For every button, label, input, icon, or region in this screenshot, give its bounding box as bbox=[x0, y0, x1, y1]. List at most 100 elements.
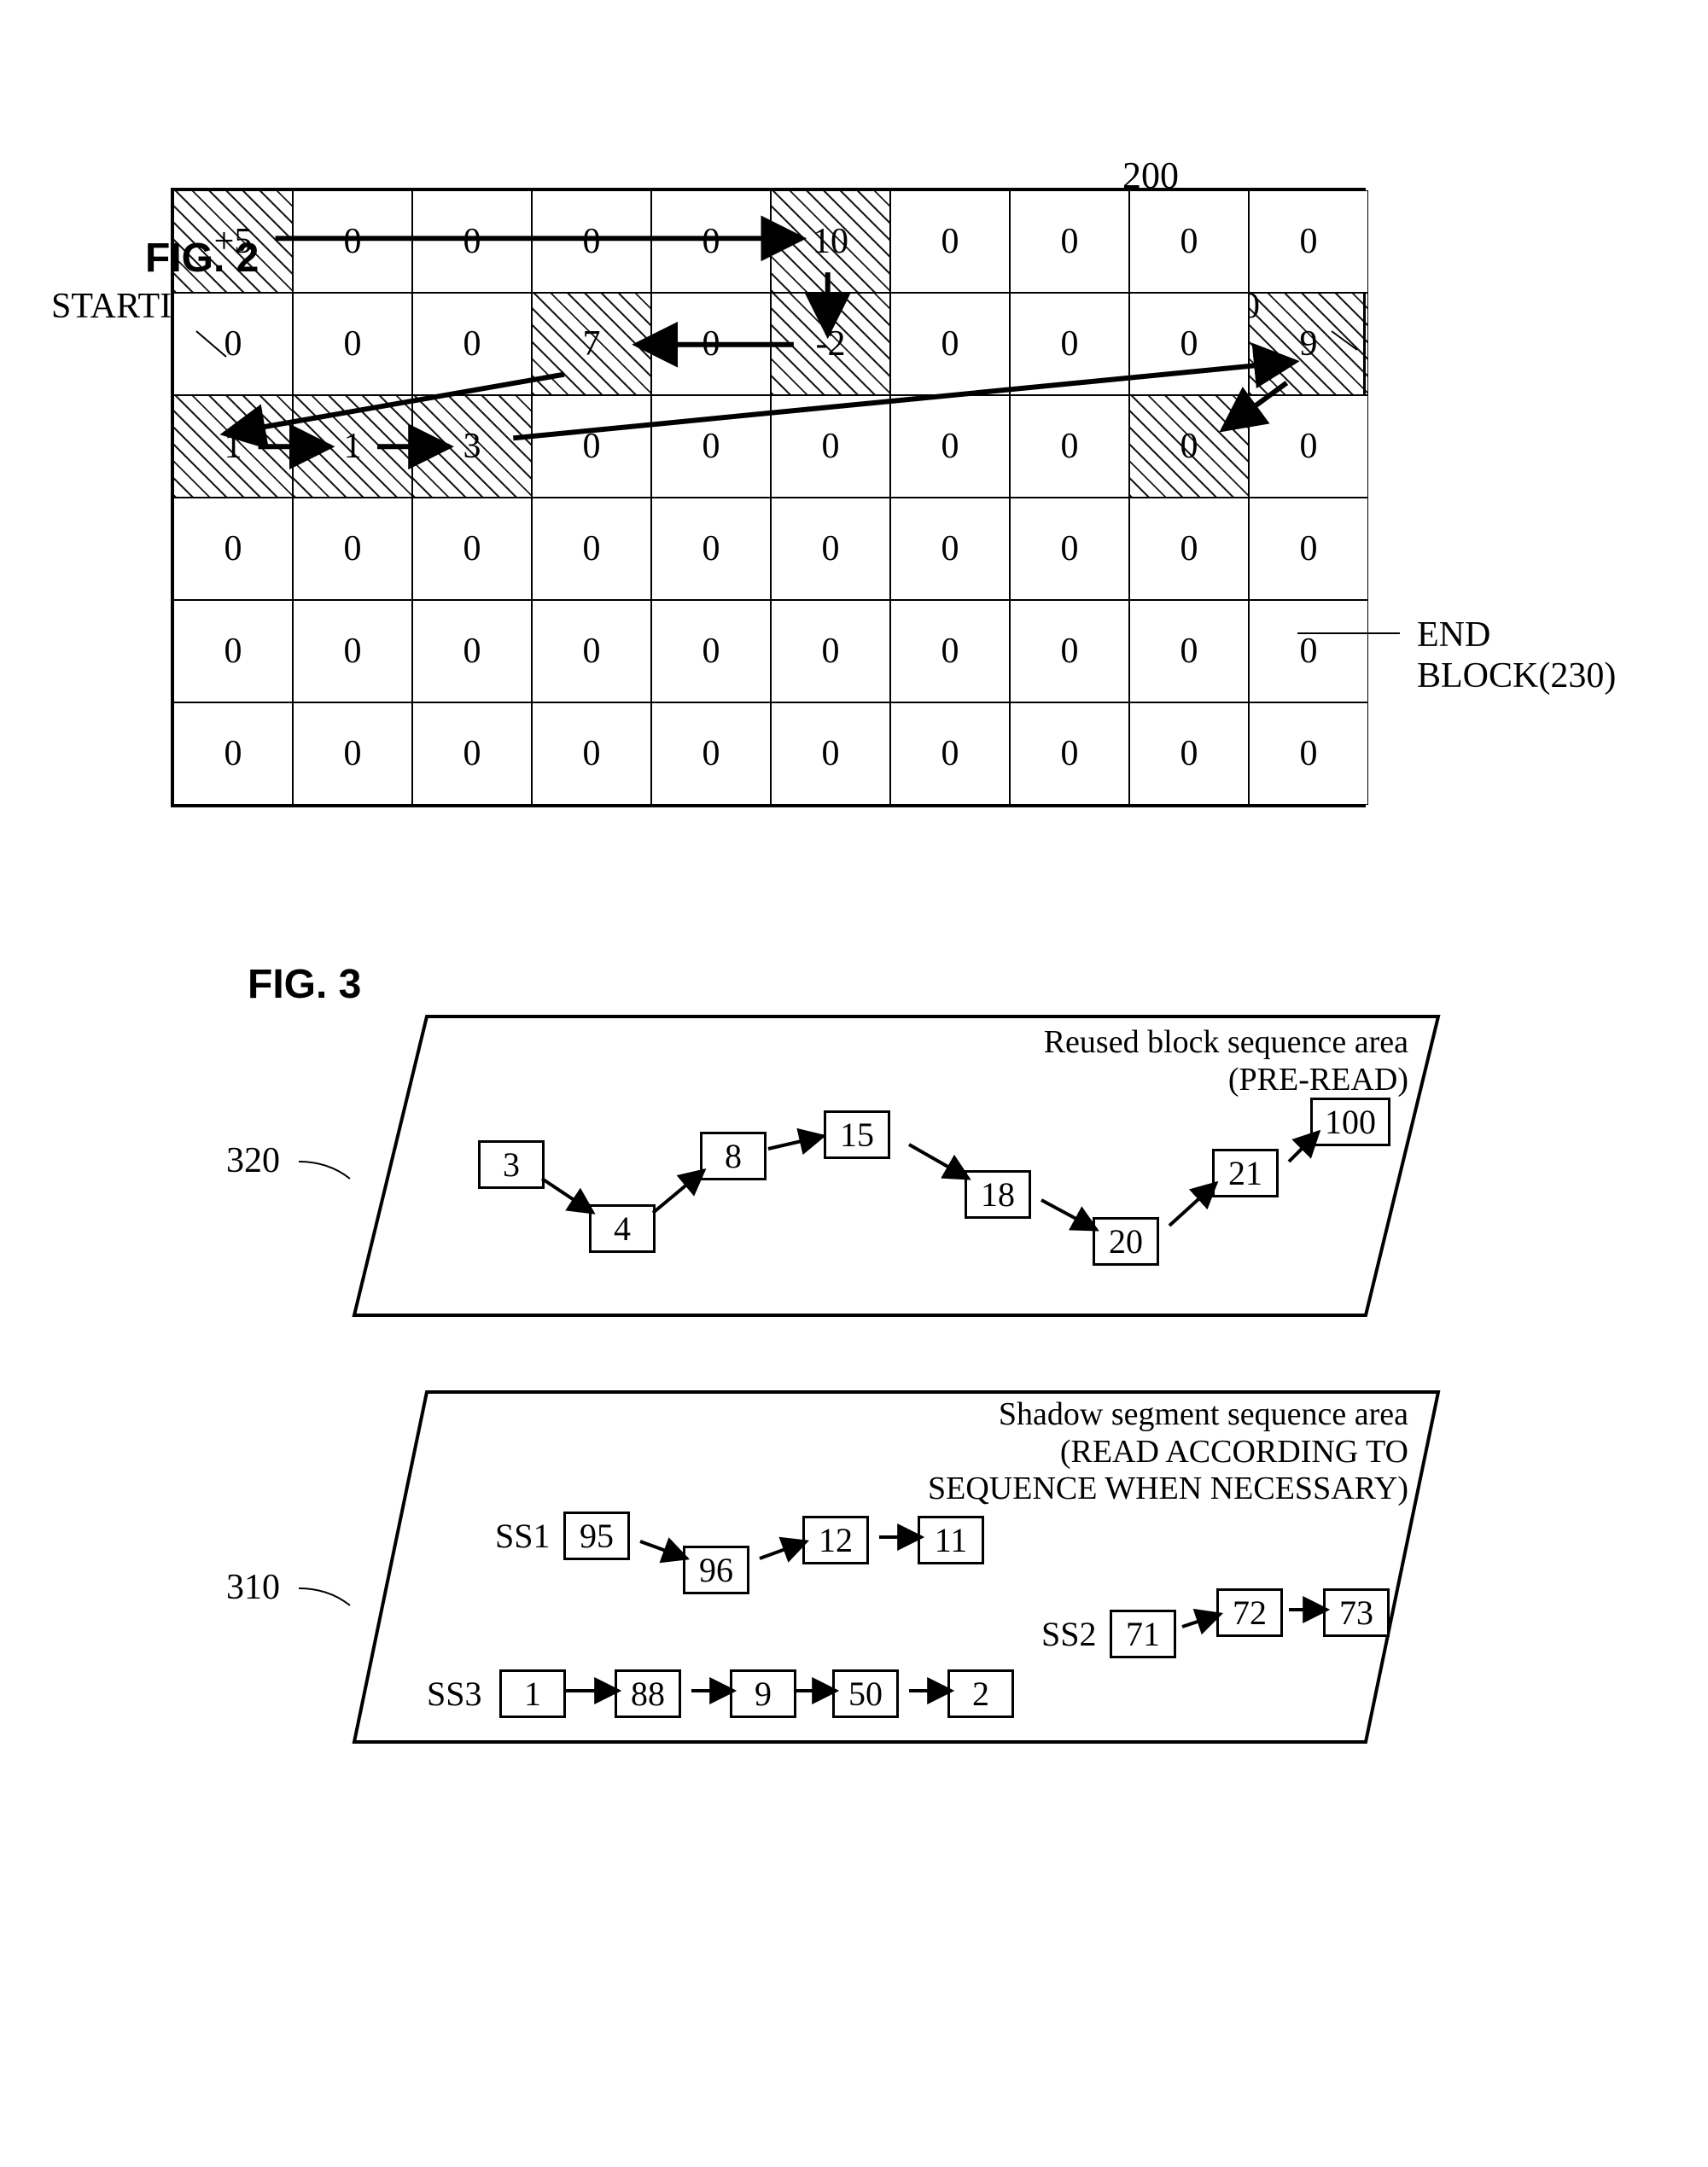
grid-cell: 0 bbox=[1249, 702, 1368, 805]
figure-3: FIG. 3 Reused block sequence area (PRE-R… bbox=[51, 1012, 1657, 1746]
grid-cell: 0 bbox=[173, 498, 293, 600]
cell-value: 0 bbox=[581, 631, 603, 672]
cell-value: 0 bbox=[1059, 733, 1081, 774]
ref-320-leader-icon bbox=[299, 1157, 359, 1191]
grid-cell: 0 bbox=[412, 498, 532, 600]
cell-value: 0 bbox=[940, 528, 961, 569]
cell-value: 0 bbox=[940, 426, 961, 467]
reused-node: 3 bbox=[478, 1140, 545, 1189]
cell-value: 0 bbox=[1179, 631, 1200, 672]
cell-value: 0 bbox=[820, 733, 842, 774]
grid-cell: 7 bbox=[532, 293, 651, 395]
grid-cell: 0 bbox=[771, 702, 890, 805]
cell-value: 0 bbox=[701, 323, 722, 364]
node-value: 95 bbox=[580, 1517, 614, 1555]
grid-cell: 0 bbox=[890, 395, 1010, 498]
grid-cell: 0 bbox=[1010, 293, 1129, 395]
cell-value: 0 bbox=[940, 631, 961, 672]
node-value: 3 bbox=[503, 1145, 520, 1184]
reused-title-line2: (PRE-READ) bbox=[1228, 1062, 1408, 1098]
grid-cell: 0 bbox=[651, 702, 771, 805]
ss3-node: 2 bbox=[947, 1669, 1014, 1718]
cell-value: 0 bbox=[820, 631, 842, 672]
ss2-node: 71 bbox=[1110, 1610, 1176, 1658]
grid-cell: 0 bbox=[651, 395, 771, 498]
cell-value: 0 bbox=[701, 221, 722, 262]
grid-cell: 0 bbox=[1249, 600, 1368, 702]
node-value: 73 bbox=[1339, 1593, 1373, 1632]
node-value: 20 bbox=[1109, 1222, 1143, 1261]
cell-value: 0 bbox=[462, 528, 483, 569]
grid-cell: 0 bbox=[1129, 395, 1249, 498]
node-value: 1 bbox=[524, 1675, 541, 1713]
cell-value: 0 bbox=[342, 631, 364, 672]
grid-cell: 0 bbox=[532, 498, 651, 600]
grid-cell: 0 bbox=[651, 600, 771, 702]
grid-cell: 9 bbox=[1249, 293, 1368, 395]
cell-value: 0 bbox=[1298, 528, 1320, 569]
reused-node: 20 bbox=[1093, 1217, 1159, 1266]
grid-cell: 0 bbox=[1129, 190, 1249, 293]
grid-cell: 0 bbox=[173, 702, 293, 805]
shadow-title-line2: (READ ACCORDING TO bbox=[1060, 1434, 1408, 1470]
grid-cell: 0 bbox=[890, 190, 1010, 293]
cell-value: 0 bbox=[820, 426, 842, 467]
grid-cell: 0 bbox=[293, 293, 412, 395]
node-value: 12 bbox=[819, 1521, 853, 1559]
cell-value: 0 bbox=[1298, 426, 1320, 467]
reused-node: 18 bbox=[965, 1170, 1031, 1219]
end-block-label: END BLOCK(230) bbox=[1417, 615, 1657, 696]
cell-value: -2 bbox=[814, 323, 848, 364]
grid-cell: 0 bbox=[890, 600, 1010, 702]
reused-node: 100 bbox=[1310, 1098, 1390, 1146]
block-grid: +5000010000000070-2000911300000000000000… bbox=[171, 188, 1366, 807]
ss2-node: 72 bbox=[1216, 1588, 1283, 1637]
grid-cell: 3 bbox=[412, 395, 532, 498]
grid-cell: 0 bbox=[412, 293, 532, 395]
grid-cell: 0 bbox=[651, 293, 771, 395]
ss1-label: SS1 bbox=[495, 1516, 551, 1556]
cell-value: 0 bbox=[1298, 631, 1320, 672]
ss3-node: 88 bbox=[615, 1669, 681, 1718]
ss1-node: 96 bbox=[683, 1546, 749, 1594]
grid-cell: 0 bbox=[771, 395, 890, 498]
grid-cell: 0 bbox=[173, 293, 293, 395]
grid-cell: 0 bbox=[771, 498, 890, 600]
cell-value: 0 bbox=[701, 733, 722, 774]
grid-cell: 0 bbox=[890, 498, 1010, 600]
cell-value: 0 bbox=[701, 528, 722, 569]
cell-value: 7 bbox=[581, 323, 603, 364]
grid-cell: 0 bbox=[1249, 395, 1368, 498]
grid-cell: 0 bbox=[1129, 498, 1249, 600]
grid-cell: 0 bbox=[1129, 600, 1249, 702]
cell-value: 3 bbox=[462, 426, 483, 467]
grid-cell: 0 bbox=[771, 600, 890, 702]
cell-value: 0 bbox=[223, 631, 244, 672]
cell-value: 1 bbox=[342, 426, 364, 467]
reused-area-title: Reused block sequence area (PRE-READ) bbox=[1044, 1024, 1408, 1098]
cell-value: 0 bbox=[1179, 323, 1200, 364]
shadow-segment-area: Shadow segment sequence area (READ ACCOR… bbox=[350, 1388, 1443, 1746]
cell-value: 0 bbox=[1059, 426, 1081, 467]
cell-value: 0 bbox=[462, 631, 483, 672]
node-value: 88 bbox=[631, 1675, 665, 1713]
ref-310: 310 bbox=[226, 1567, 280, 1608]
cell-value: 0 bbox=[581, 426, 603, 467]
ss1-node: 95 bbox=[563, 1512, 630, 1560]
node-value: 2 bbox=[972, 1675, 989, 1713]
cell-value: 0 bbox=[342, 528, 364, 569]
grid-cell: 0 bbox=[1249, 498, 1368, 600]
grid-cell: 0 bbox=[890, 293, 1010, 395]
grid-cell: 10 bbox=[771, 190, 890, 293]
cell-value: 0 bbox=[1298, 733, 1320, 774]
ss1-node: 11 bbox=[918, 1516, 984, 1564]
grid-cell: 0 bbox=[1010, 190, 1129, 293]
grid-cell: 0 bbox=[293, 190, 412, 293]
grid-cell: 0 bbox=[412, 600, 532, 702]
grid-cell: 0 bbox=[1010, 498, 1129, 600]
cell-value: 0 bbox=[1179, 426, 1200, 467]
node-value: 18 bbox=[981, 1175, 1015, 1214]
node-value: 21 bbox=[1228, 1154, 1262, 1192]
grid-cell: 0 bbox=[890, 702, 1010, 805]
grid-cell: 0 bbox=[412, 190, 532, 293]
